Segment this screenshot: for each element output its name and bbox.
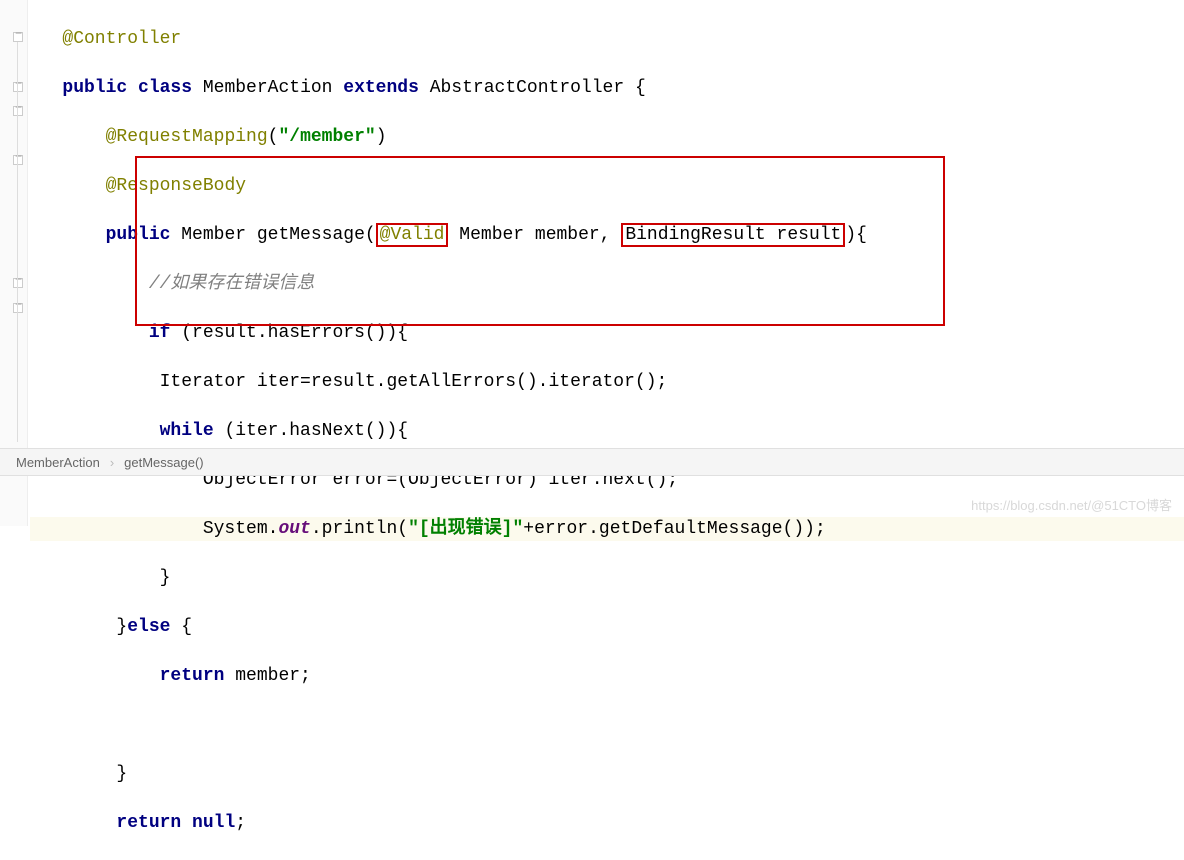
annotation-response-body: @ResponseBody [106,176,246,196]
breadcrumb: MemberAction › getMessage() [0,448,1184,476]
chevron-right-icon: › [110,455,114,470]
annotation: @Controller [62,29,181,49]
paren: ( [268,127,279,147]
breadcrumb-item[interactable]: getMessage() [124,455,203,470]
class-name: MemberAction [192,78,343,98]
keyword-extends: extends [343,78,419,98]
out-field: out [278,519,310,539]
println: .println( [311,519,408,539]
string-literal: "[出现错误]" [408,519,523,539]
paren: ) [376,127,387,147]
return-val: member; [224,666,310,686]
keyword-public: public [106,225,171,245]
brace: } [30,764,127,784]
system: System. [30,519,278,539]
keyword-null: null [192,813,235,833]
watermark: https://blog.csdn.net/@51CTO博客 [971,495,1172,514]
brace: } [30,617,127,637]
println-end: +error.getDefaultMessage()); [523,519,825,539]
highlight-valid: @Valid [376,223,449,247]
keyword-public: public [62,78,127,98]
params: Member member, [448,225,621,245]
if-cond: (result.hasErrors()){ [170,323,408,343]
keyword-else: else [127,617,170,637]
params-close: ){ [845,225,867,245]
annotation-valid: @Valid [380,225,445,245]
brace: { [170,617,192,637]
while-cond: (iter.hasNext()){ [214,421,408,441]
breadcrumb-item[interactable]: MemberAction [16,455,100,470]
keyword-return: return [116,813,181,833]
keyword-class: class [138,78,192,98]
annotation-request-mapping: @RequestMapping [106,127,268,147]
comment: //如果存在错误信息 [149,274,315,294]
semicolon: ; [235,813,246,833]
keyword-while: while [160,421,214,441]
parent-class: AbstractController { [419,78,646,98]
string-literal: "/member" [278,127,375,147]
keyword-if: if [149,323,171,343]
highlight-binding-result: BindingResult result [621,223,845,247]
brace: } [30,568,170,588]
iterator-line: Iterator iter=result.getAllErrors().iter… [30,372,667,392]
method-sig: Member getMessage( [170,225,375,245]
keyword-return: return [160,666,225,686]
code-editor[interactable]: @Controller public class MemberAction ex… [0,0,1184,860]
binding-result: BindingResult result [625,225,841,245]
